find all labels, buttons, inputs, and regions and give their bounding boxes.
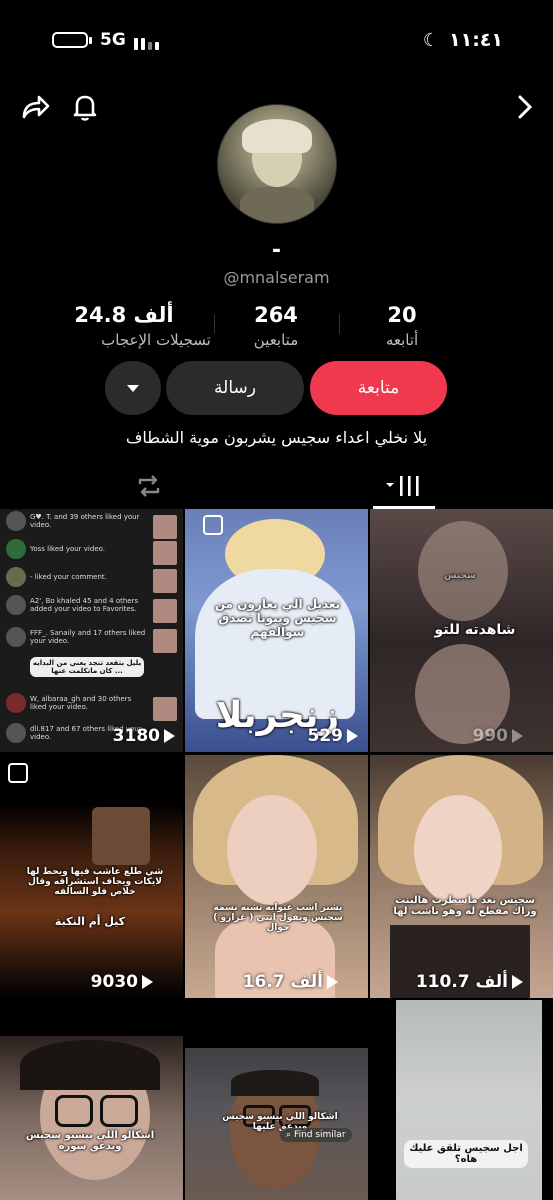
video-thumbnail[interactable]: شي طلع عاشب فيها ويحط لها لايكات ويجاف ا… — [0, 755, 183, 998]
following-count[interactable]: 20 — [332, 303, 472, 327]
view-count: 3180 — [113, 726, 175, 746]
play-icon — [347, 729, 358, 743]
video-caption: اشكالو اللي بيسبو سجيس ويدعق سوره — [25, 1130, 155, 1152]
moon-icon: ☾ — [422, 30, 439, 51]
multi-photo-icon — [203, 515, 223, 535]
follow-button[interactable]: متابعة — [310, 361, 447, 415]
video-caption-small: سجيس — [444, 571, 476, 581]
notification-text: Yoss liked your video. — [30, 545, 106, 553]
notification-text: - liked your comment. — [30, 573, 107, 581]
status-bar: 5G ☾ ١١:٤١ — [0, 28, 553, 58]
view-count: 990 — [472, 726, 523, 746]
video-thumbnail[interactable]: سجيس نعد ماسطرت هالبنت وزاك مقطع له وهو … — [370, 755, 553, 998]
caret-down-icon — [127, 384, 139, 392]
avatar — [6, 539, 26, 559]
video-thumbnail[interactable]: اشكالو اللي بيسبو سجيس ويدعق عليها ⌕ Fin… — [185, 1000, 368, 1200]
thumbnail-image — [153, 541, 177, 565]
video-caption: سجيس نعد ماسطرت هالبنت وزاك مقطع له وهو … — [393, 895, 537, 917]
view-count-text: 990 — [472, 726, 509, 746]
chevron-right-icon[interactable] — [508, 90, 542, 124]
bio: يلا نخلي اعداء سجيس يشربون موية الشطاف — [125, 428, 428, 447]
thumbnail-image — [153, 599, 177, 623]
multi-photo-icon — [8, 763, 28, 783]
video-caption: يليل بتقعد تنجد يعني من البدايه كان ماتك… — [30, 657, 144, 677]
video-caption: تعديل الي يغارون من سجيس ويبونا تصدق سوا… — [214, 597, 341, 639]
view-count-text: 3180 — [112, 726, 160, 746]
view-count-text: 16.7 ألف — [242, 972, 323, 992]
avatar — [6, 723, 26, 743]
video-thumbnail[interactable]: سجيس شاهدته للتو 990 — [370, 509, 553, 752]
avatar — [6, 511, 26, 531]
video-caption: شي طلع عاشب فيها ويحط لها لايكات ويجاف ا… — [26, 867, 164, 897]
avatar[interactable] — [217, 104, 337, 224]
view-count: 16.7 ألف — [243, 972, 338, 992]
following-label[interactable]: أتابعه — [332, 331, 472, 349]
video-thumbnail[interactable]: G♥. T. and 39 others liked your video. Y… — [0, 509, 183, 752]
notification-text: W, albaraa_gh and 30 others liked your v… — [30, 695, 132, 711]
view-count-text: 110.7 ألف — [415, 972, 508, 992]
clock: ١١:٤١ — [449, 29, 503, 51]
video-caption: اجل سجيس تلقق عليك هاه؟ — [404, 1140, 528, 1168]
play-icon — [512, 729, 523, 743]
message-button[interactable]: رسالة — [166, 361, 304, 415]
view-count-text: 529 — [307, 726, 344, 746]
thumbnail-image — [153, 629, 177, 653]
video-thumbnail[interactable]: تعديل الي يغارون من سجيس ويبونا تصدق سوا… — [185, 509, 368, 752]
video-caption-small: كيل أم النكبة — [54, 915, 126, 928]
video-thumbnail[interactable]: اشكالو اللي بيسبو سجيس ويدعق سوره — [0, 1000, 183, 1200]
notification-text: FFF_. Sanaily and 17 others liked your v… — [30, 629, 146, 645]
thumbnail-image — [153, 569, 177, 593]
thumbnail-image — [153, 515, 177, 539]
avatar — [6, 627, 26, 647]
videos-grid-tab-icon[interactable] — [384, 474, 424, 498]
video-caption: يشبر اشب عنوابه تشبه بسمة سجيس وبقول انت… — [213, 903, 343, 933]
avatar — [6, 567, 26, 587]
view-count: 110.7 ألف — [416, 972, 523, 992]
notification-text: A2', Bo khaled 45 and 4 others added you… — [30, 597, 139, 613]
play-icon — [142, 975, 153, 989]
view-count-text: 9030 — [90, 972, 138, 992]
battery-icon — [52, 32, 92, 48]
view-count: 9030 — [91, 972, 153, 992]
repost-tab-icon[interactable] — [135, 472, 163, 500]
find-similar-button[interactable]: ⌕ Find similar — [280, 1128, 352, 1142]
followers-count[interactable]: 264 — [206, 303, 346, 327]
video-caption: شاهدته للتو — [434, 622, 516, 638]
more-options-button[interactable] — [105, 361, 161, 415]
find-similar-label: Find similar — [294, 1130, 346, 1140]
followers-label[interactable]: متابعين — [206, 331, 346, 349]
network-label: 5G — [100, 30, 126, 50]
bell-icon[interactable] — [68, 90, 102, 124]
search-icon: ⌕ — [286, 1130, 292, 1140]
thumbnail-image — [153, 697, 177, 721]
video-thumbnail[interactable]: اجل سجيس تلقق عليك هاه؟ — [370, 1000, 553, 1200]
signal-icon — [134, 34, 162, 50]
play-icon — [327, 975, 338, 989]
play-icon — [512, 975, 523, 989]
display-name: - — [271, 238, 282, 263]
video-thumbnail[interactable]: يشبر اشب عنوابه تشبه بسمة سجيس وبقول انت… — [185, 755, 368, 998]
likes-label: تسجيلات الإعجاب — [101, 331, 211, 349]
view-count: 529 — [307, 726, 358, 746]
username: @mnalseram — [223, 268, 330, 287]
avatar — [6, 693, 26, 713]
play-icon — [164, 729, 175, 743]
share-icon[interactable] — [18, 90, 52, 124]
notification-text: G♥. T. and 39 others liked your video. — [30, 513, 140, 529]
likes-count: 24.8 ألف — [74, 303, 174, 327]
thumbnail-image — [92, 807, 150, 865]
avatar — [6, 595, 26, 615]
